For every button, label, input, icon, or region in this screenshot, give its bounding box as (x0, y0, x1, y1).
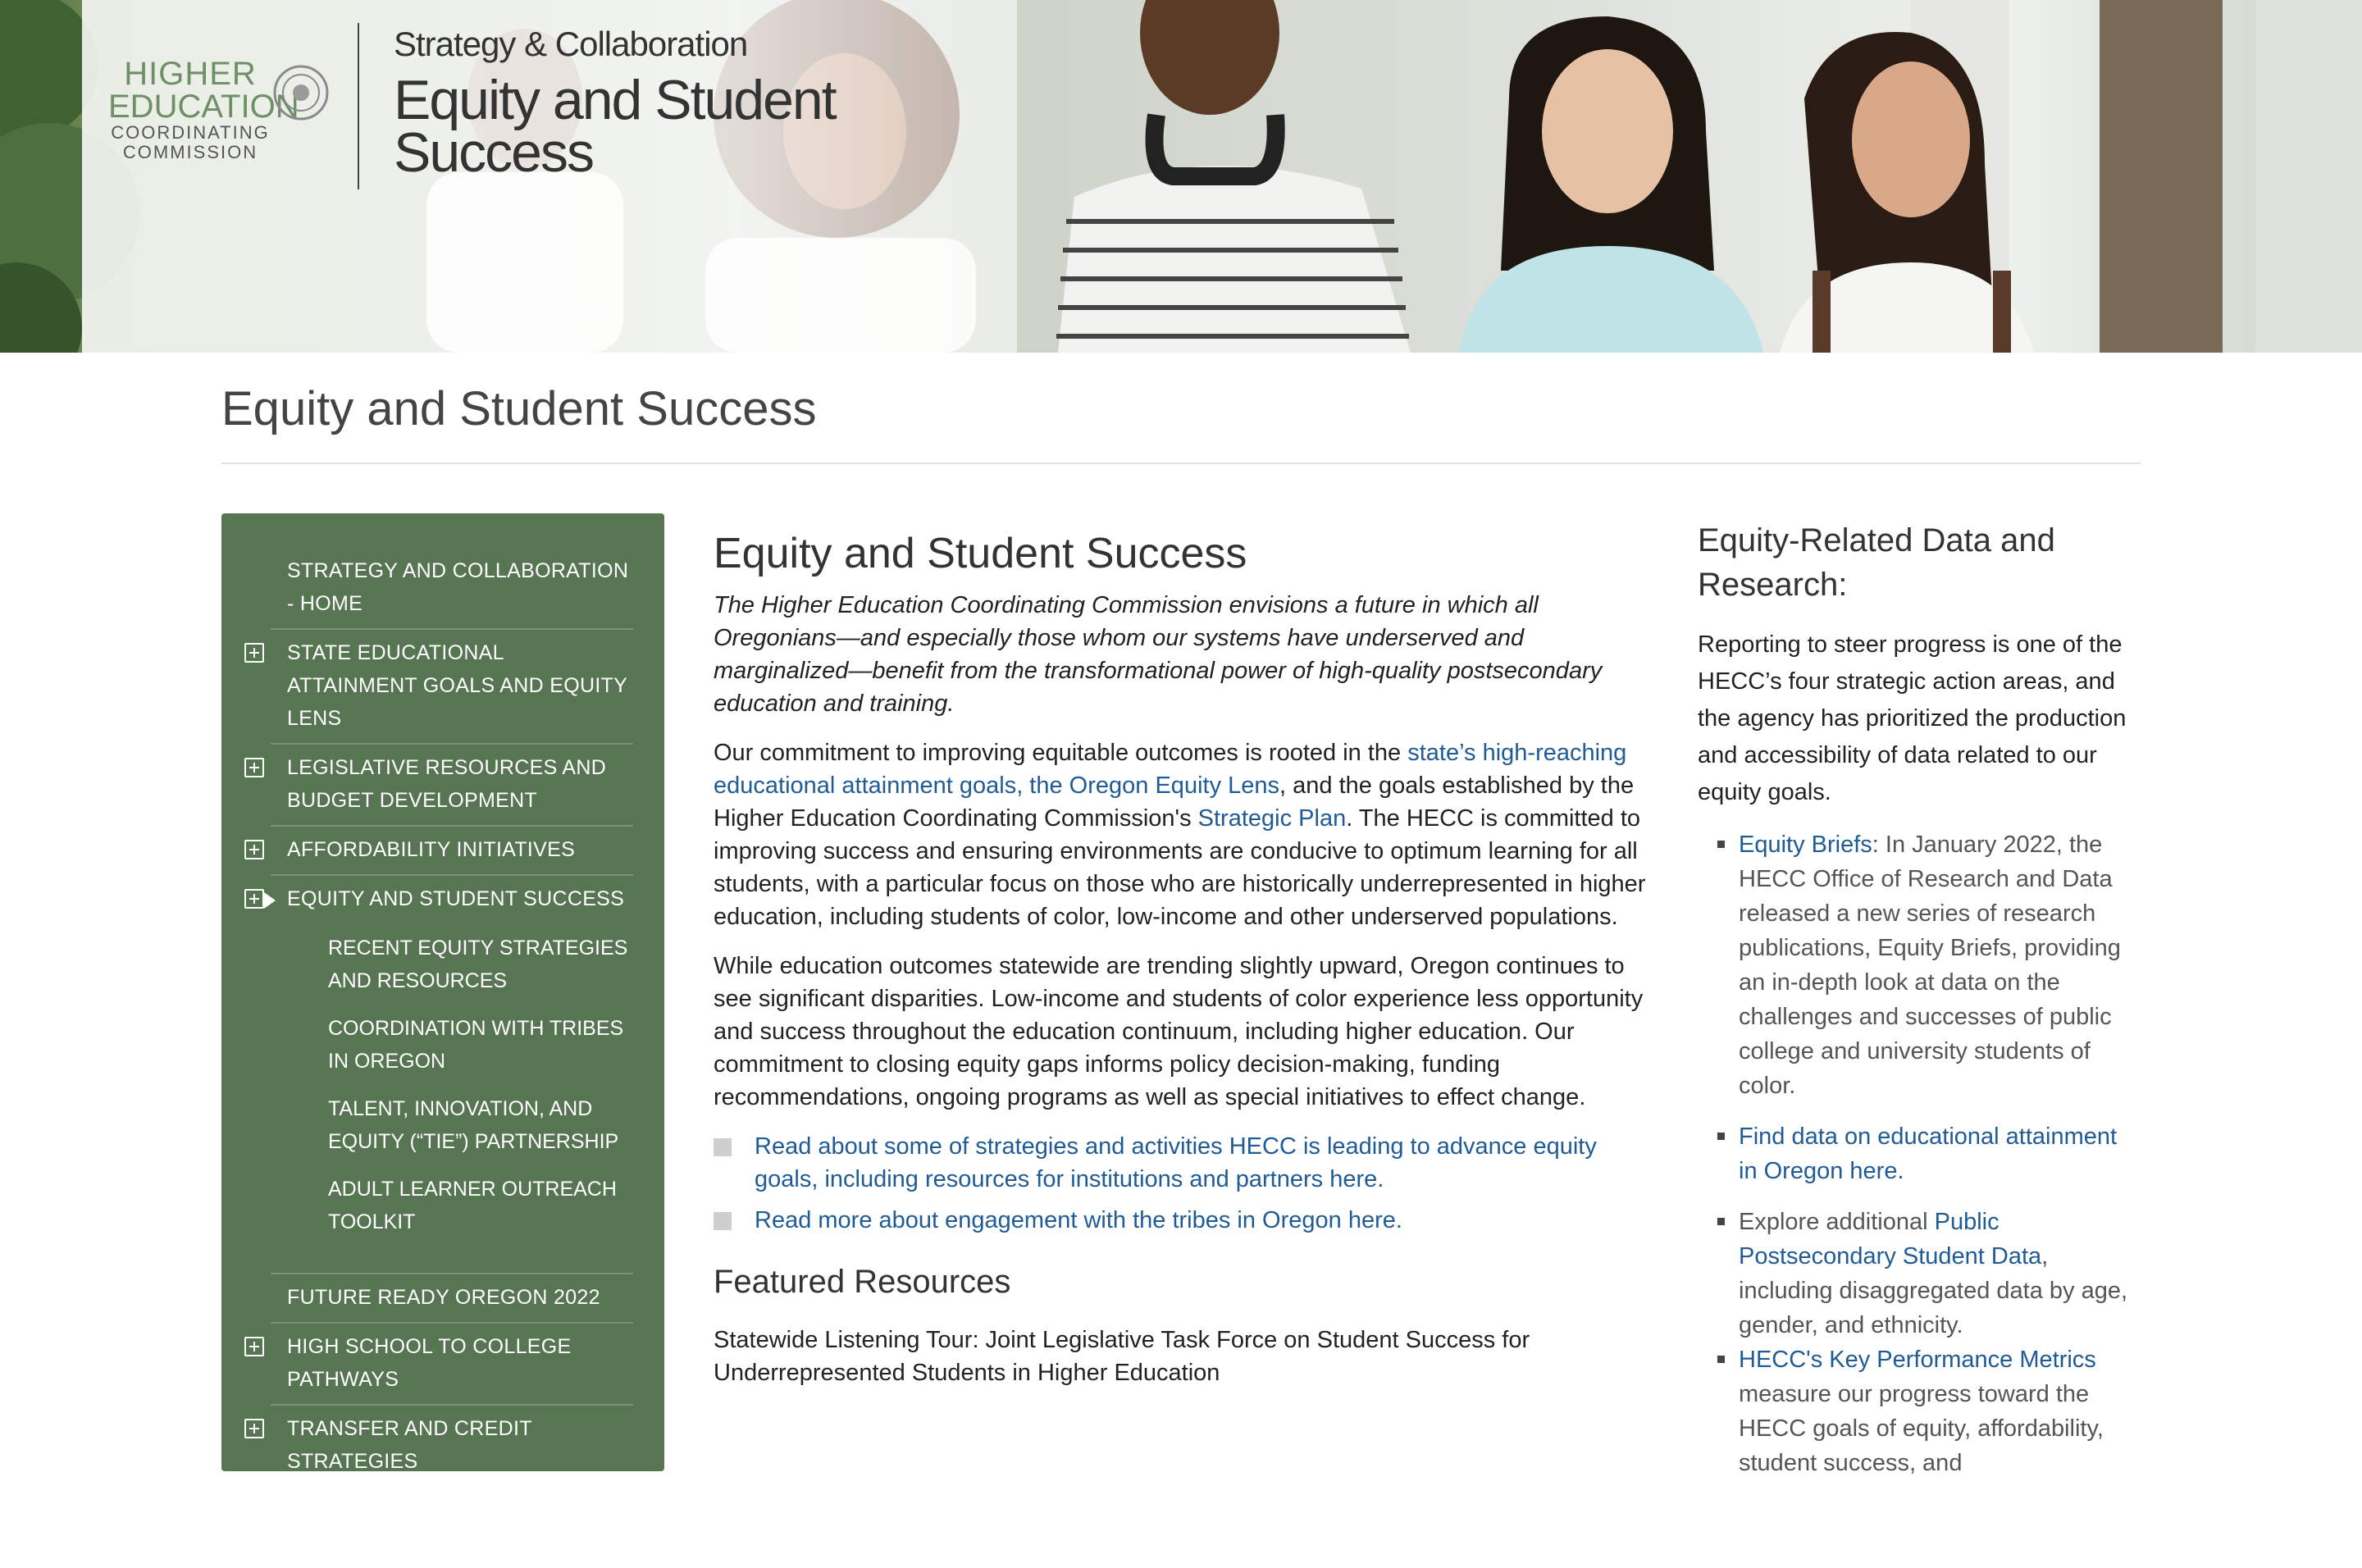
square-bullet-icon (714, 1212, 732, 1230)
sidebar-item-transfer-credit[interactable]: TRANSFER AND CREDIT STRATEGIES (244, 1406, 633, 1488)
expand-plus-icon[interactable] (244, 758, 264, 777)
aside-intro: Reporting to steer progress is one of th… (1698, 631, 2127, 805)
collapse-plus-icon[interactable] (244, 889, 264, 909)
sidebar-item-label: TRANSFER AND CREDIT STRATEGIES (287, 1417, 532, 1473)
logo-line-education: EDUCATION (108, 89, 299, 125)
bullet-icon (1717, 1218, 1725, 1225)
sidebar-item-label: AFFORDABILITY INITIATIVES (287, 838, 576, 861)
equity-data-sidebar: Equity-Related Data and Research: Report… (1698, 518, 2141, 1480)
banner-divider (358, 23, 359, 189)
page-title: Equity and Student Success (221, 382, 817, 435)
sidebar-item-label: HIGH SCHOOL TO COLLEGE PATHWAYS (287, 1335, 572, 1391)
logo-line-higher: HIGHER (124, 56, 257, 92)
expand-plus-icon[interactable] (244, 1337, 264, 1356)
commitment-paragraph: Our commitment to improving equitable ou… (714, 736, 1648, 933)
list-item: Equity Briefs: In January 2022, the HECC… (1698, 827, 2141, 1103)
sidebar-item-workforce-training[interactable]: WORKFORCE AND TRAINING STRATEGIES (244, 1488, 633, 1568)
bullet-icon (1717, 1356, 1725, 1363)
list-item: Explore additional Public Postsecondary … (1698, 1205, 2141, 1342)
sidebar-item-label: WORKFORCE AND TRAINING STRATEGIES (287, 1499, 580, 1555)
sidebar-subitem-tribes[interactable]: COORDINATION WITH TRIBES IN OREGON (328, 1007, 633, 1087)
list-item-text: In January 2022, the HECC Office of Rese… (1739, 832, 2121, 1099)
sidebar-item-hs-pathways[interactable]: HIGH SCHOOL TO COLLEGE PATHWAYS (244, 1324, 633, 1406)
sidebar-item-affordability[interactable]: AFFORDABILITY INITIATIVES (244, 827, 633, 876)
page-divider (221, 463, 2141, 464)
sidebar-item-label: STRATEGY AND COLLABORATION - HOME (287, 559, 629, 615)
featured-resources-heading: Featured Resources (714, 1264, 1011, 1300)
sidebar-item-equity-success[interactable]: EQUITY AND STUDENT SUCCESS (244, 876, 633, 923)
hero-banner: HIGHER EDUCATION COORDINATING COMMISSION… (0, 0, 2362, 353)
expand-plus-icon[interactable] (244, 1501, 264, 1520)
aside-list: Equity Briefs: In January 2022, the HECC… (1698, 827, 2141, 1480)
list-item: HECC's Key Performance Metrics measure o… (1698, 1342, 2141, 1480)
featured-resource-item[interactable]: Statewide Listening Tour: Joint Legislat… (714, 1324, 1648, 1389)
list-item-text: Explore additional (1739, 1209, 1935, 1235)
hecc-logo[interactable]: HIGHER EDUCATION COORDINATING COMMISSION (108, 57, 330, 164)
sidebar-item-strategy-home[interactable]: STRATEGY AND COLLABORATION - HOME (271, 548, 633, 630)
aside-heading: Equity-Related Data and Research: (1698, 522, 2055, 603)
bullet-icon (1717, 841, 1725, 848)
banner-kicker: Strategy & Collaboration (394, 25, 748, 63)
state-seal-icon (273, 65, 329, 121)
logo-line-coordinating: COORDINATING (111, 122, 270, 143)
intro-paragraph: The Higher Education Coordinating Commis… (714, 592, 1603, 717)
expand-plus-icon[interactable] (244, 643, 264, 663)
attainment-data-link[interactable]: Find data on educational attainment in O… (1739, 1124, 2117, 1184)
resource-links: Read about some of strategies and activi… (714, 1130, 1648, 1237)
expand-plus-icon[interactable] (244, 1419, 264, 1438)
tribes-engagement-link[interactable]: Read more about engagement with the trib… (755, 1207, 1402, 1233)
main-content: Equity and Student Success The Higher Ed… (714, 525, 1648, 1389)
sidebar-item-legislative-resources[interactable]: LEGISLATIVE RESOURCES AND BUDGET DEVELOP… (244, 745, 633, 827)
sidebar-item-label: STATE EDUCATIONAL ATTAINMENT GOALS AND E… (287, 641, 627, 730)
paragraph-text: Our commitment to improving equitable ou… (714, 740, 1408, 766)
list-item: Read about some of strategies and activi… (714, 1130, 1648, 1196)
sidebar-item-label: EQUITY AND STUDENT SUCCESS (287, 887, 625, 910)
sidebar-subitem-tie-partnership[interactable]: TALENT, INNOVATION, AND EQUITY (“TIE”) P… (328, 1087, 633, 1168)
sidebar-subnav: RECENT EQUITY STRATEGIES AND RESOURCES C… (221, 923, 664, 1273)
strategic-plan-link[interactable]: Strategic Plan (1198, 805, 1347, 832)
sidebar-nav: STRATEGY AND COLLABORATION - HOME STATE … (221, 513, 664, 1555)
list-item: Read more about engagement with the trib… (714, 1204, 1648, 1237)
sidebar-item-future-ready[interactable]: FUTURE READY OREGON 2022 (271, 1273, 633, 1324)
logo-wordmark: HIGHER EDUCATION COORDINATING COMMISSION (108, 56, 299, 162)
content-heading: Equity and Student Success (714, 530, 1247, 577)
sidebar-subitem-adult-learner[interactable]: ADULT LEARNER OUTREACH TOOLKIT (328, 1168, 633, 1248)
outcomes-paragraph: While education outcomes statewide are t… (714, 953, 1644, 1110)
list-item: Find data on educational attainment in O… (1698, 1119, 2141, 1188)
strategies-link[interactable]: Read about some of strategies and activi… (755, 1133, 1597, 1192)
banner-title: Equity and Student Success (394, 69, 837, 184)
bullet-icon (1717, 1133, 1725, 1140)
current-page-arrow-icon (264, 892, 276, 909)
expand-plus-icon[interactable] (244, 840, 264, 859)
performance-metrics-link[interactable]: HECC's Key Performance Metrics (1739, 1347, 2096, 1373)
square-bullet-icon (714, 1138, 732, 1156)
list-item-text: measure our progress toward the HECC goa… (1739, 1381, 2104, 1476)
sidebar-subitem-equity-strategies[interactable]: RECENT EQUITY STRATEGIES AND RESOURCES (328, 927, 633, 1007)
equity-briefs-link[interactable]: Equity Briefs: (1739, 832, 1879, 858)
sidebar-item-attainment-goals[interactable]: STATE EDUCATIONAL ATTAINMENT GOALS AND E… (244, 630, 633, 745)
sidebar-item-label: FUTURE READY OREGON 2022 (287, 1286, 600, 1309)
logo-line-commission: COMMISSION (122, 142, 258, 162)
sidebar-item-label: LEGISLATIVE RESOURCES AND BUDGET DEVELOP… (287, 756, 607, 812)
